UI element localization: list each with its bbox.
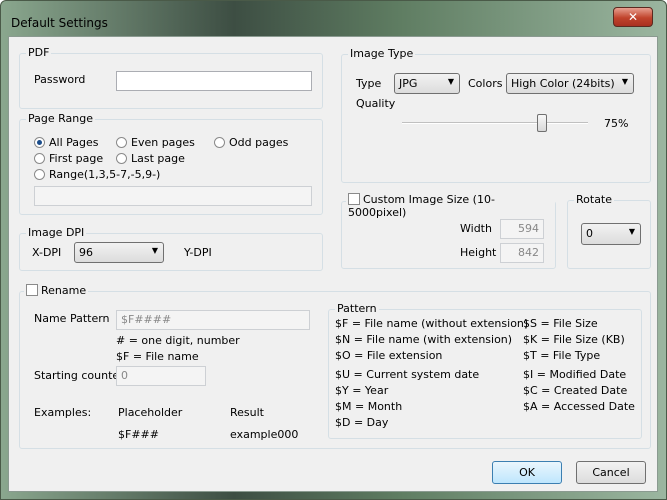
pattern-item: $M = Month	[335, 399, 403, 413]
name-pattern-input[interactable]: $F####	[116, 310, 310, 330]
pattern-item: $S = File Size	[523, 317, 598, 330]
chevron-down-icon: ▼	[447, 77, 454, 86]
radio-label: Odd pages	[229, 136, 289, 149]
image-type-legend: Image Type	[348, 47, 416, 60]
x-dpi-select[interactable]: 96 ▼	[74, 242, 164, 263]
starting-counter-label: Starting counter	[34, 369, 124, 382]
type-select[interactable]: JPG ▼	[394, 73, 460, 94]
page-range-group: Page Range All Pages Even pages Odd page…	[19, 112, 323, 215]
type-value: JPG	[399, 77, 418, 90]
radio-icon	[34, 137, 45, 148]
radio-icon	[214, 137, 225, 148]
pattern-list-right: $S = File Size $K = File Size (KB) $T = Fi…	[523, 316, 635, 415]
hint-digit: # = one digit, number	[116, 334, 240, 347]
checkbox-icon	[26, 284, 38, 296]
chevron-down-icon: ▼	[151, 246, 158, 255]
image-dpi-group: Image DPI X-DPI 96 ▼ Y-DPI	[19, 226, 323, 271]
pattern-list-left: $F = File name (without extension) $N = F…	[335, 316, 528, 431]
custom-size-group: Custom Image Size (10-5000pixel) Width 5…	[341, 193, 556, 269]
placeholder-value: $F###	[118, 428, 159, 441]
rotate-value: 0	[586, 227, 593, 240]
pattern-item: $N = File name (with extension)	[335, 332, 513, 346]
x-dpi-value: 96	[79, 246, 93, 259]
rotate-legend: Rotate	[574, 193, 615, 206]
pattern-item: $F = File name (without extension)	[335, 317, 529, 330]
rename-label: Rename	[41, 284, 87, 297]
custom-size-label: Custom Image Size (10-5000pixel)	[348, 193, 495, 219]
width-label: Width	[460, 222, 492, 235]
pattern-item: $K = File Size (KB)	[523, 332, 625, 346]
radio-icon	[116, 153, 127, 164]
quality-value: 75%	[604, 117, 629, 130]
close-button[interactable]: ✕	[613, 7, 653, 27]
x-dpi-label: X-DPI	[32, 246, 62, 259]
pattern-item: $A = Accessed Date	[523, 399, 635, 413]
radio-label: All Pages	[49, 136, 99, 149]
cancel-button[interactable]: Cancel	[576, 461, 646, 484]
pattern-group: Pattern $F = File name (without extensio…	[328, 302, 642, 439]
colors-select[interactable]: High Color (24bits) ▼	[506, 73, 634, 94]
radio-icon	[116, 137, 127, 148]
rename-group: Rename Name Pattern $F#### # = one digit…	[19, 284, 651, 449]
radio-even-pages[interactable]: Even pages	[116, 136, 195, 149]
starting-counter-input[interactable]: 0	[116, 366, 206, 386]
password-label: Password	[34, 73, 86, 86]
image-dpi-legend: Image DPI	[26, 226, 87, 239]
radio-last-page[interactable]: Last page	[116, 152, 185, 165]
radio-icon	[34, 153, 45, 164]
quality-label: Quality	[356, 97, 396, 110]
custom-size-checkbox[interactable]: Custom Image Size (10-5000pixel)	[346, 193, 555, 219]
result-header: Result	[230, 406, 264, 419]
radio-label: Even pages	[131, 136, 195, 149]
radio-first-page[interactable]: First page	[34, 152, 103, 165]
radio-label: Range(1,3,5-7,-5,9-)	[49, 168, 161, 181]
password-input[interactable]	[116, 71, 312, 91]
checkbox-icon	[348, 193, 360, 205]
close-icon: ✕	[627, 10, 639, 24]
height-label: Height	[460, 246, 497, 259]
examples-label: Examples:	[34, 406, 92, 419]
radio-label: First page	[49, 152, 104, 165]
y-dpi-label: Y-DPI	[184, 246, 212, 259]
pattern-legend: Pattern	[335, 302, 379, 315]
chevron-down-icon: ▼	[628, 227, 635, 236]
placeholder-header: Placeholder	[118, 406, 183, 419]
pattern-item: $C = Created Date	[523, 384, 628, 398]
radio-icon	[34, 169, 45, 180]
result-value: example000	[230, 428, 299, 441]
dialog-client: PDF Password Page Range All Pages Even p…	[8, 36, 658, 492]
height-input[interactable]: 842	[500, 243, 544, 263]
quality-slider-thumb[interactable]	[536, 114, 547, 132]
radio-range[interactable]: Range(1,3,5-7,-5,9-)	[34, 168, 160, 181]
page-range-legend: Page Range	[26, 112, 95, 125]
pattern-item: $D = Day	[335, 415, 389, 429]
pattern-item: $O = File extension	[335, 348, 443, 362]
range-input[interactable]	[34, 186, 312, 206]
type-label: Type	[356, 77, 382, 90]
colors-value: High Color (24bits)	[511, 77, 615, 90]
quality-slider-track[interactable]	[402, 122, 588, 124]
radio-label: Last page	[131, 152, 185, 165]
rename-checkbox[interactable]: Rename	[24, 284, 89, 297]
pattern-item: $T = File Type	[523, 348, 601, 362]
radio-odd-pages[interactable]: Odd pages	[214, 136, 288, 149]
chevron-down-icon: ▼	[621, 77, 628, 86]
pattern-item: $Y = Year	[335, 384, 389, 398]
rotate-group: Rotate 0 ▼	[567, 193, 651, 269]
pattern-item: $U = Current system date	[335, 368, 480, 382]
image-type-group: Image Type Type JPG ▼ Colors High Color (…	[341, 47, 651, 183]
pdf-group: PDF Password	[19, 46, 323, 109]
radio-all-pages[interactable]: All Pages	[34, 136, 99, 149]
width-input[interactable]: 594	[500, 219, 544, 239]
name-pattern-label: Name Pattern	[34, 312, 110, 325]
pdf-legend: PDF	[26, 46, 52, 59]
rotate-select[interactable]: 0 ▼	[581, 223, 641, 245]
window-title: Default Settings	[11, 16, 108, 30]
pattern-item: $I = Modified Date	[523, 368, 627, 382]
hint-filename: $F = File name	[116, 350, 199, 363]
colors-label: Colors	[468, 77, 503, 90]
ok-button[interactable]: OK	[492, 461, 562, 484]
